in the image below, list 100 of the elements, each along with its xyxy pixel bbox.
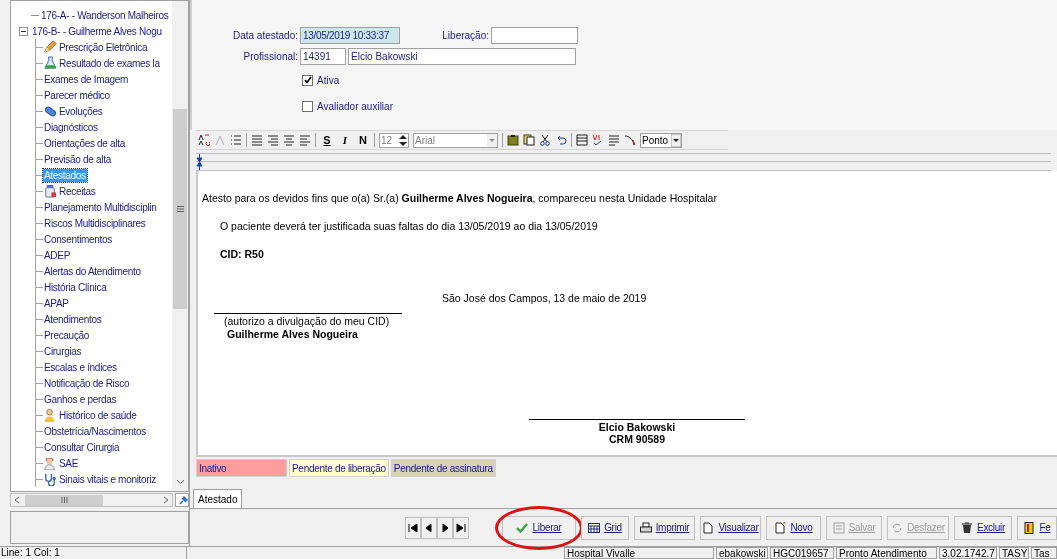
tree-item[interactable]: APAP xyxy=(43,296,70,310)
status-cell: ebakowski xyxy=(716,547,768,559)
trash-icon xyxy=(961,521,974,534)
tree-item[interactable]: Diagnósticos xyxy=(43,120,99,134)
next-record-icon[interactable] xyxy=(437,516,453,539)
unit-dropdown[interactable]: Ponto xyxy=(640,132,682,148)
field-label: Profissional: xyxy=(242,49,299,64)
action-button[interactable]: Liberar xyxy=(502,515,576,540)
status-cell: HGC019657 xyxy=(770,547,834,559)
align-center-icon[interactable] xyxy=(283,134,295,146)
scissors-icon[interactable] xyxy=(539,134,551,146)
font-case-icon[interactable] xyxy=(198,134,210,146)
dropdown-arrow-icon[interactable] xyxy=(671,133,681,147)
tree-item[interactable]: SAE xyxy=(58,456,80,470)
grip-icon xyxy=(176,206,184,212)
tab[interactable]: Atestado xyxy=(193,489,243,508)
person-icon xyxy=(43,408,57,422)
align-justify-icon[interactable] xyxy=(251,134,263,146)
tree-item[interactable]: Riscos Multidisciplinares xyxy=(43,216,147,230)
signature-note: (autorizo a divulgação do meu CID) xyxy=(224,315,390,328)
action-button[interactable]: Fe xyxy=(1017,515,1057,540)
action-button[interactable]: Excluir xyxy=(954,515,1012,540)
font-size-spinner[interactable]: 12 xyxy=(379,132,409,148)
tree-item[interactable]: ADEP xyxy=(43,248,72,262)
previous-record-icon[interactable] xyxy=(421,516,437,539)
bottle-icon xyxy=(43,184,57,198)
checkbox-label: Ativa xyxy=(317,73,340,88)
spellcheck-icon[interactable] xyxy=(592,134,604,146)
patient-name: Guilherme Alves Nogueira xyxy=(227,328,358,341)
list-icon[interactable] xyxy=(230,134,242,146)
undo-icon[interactable] xyxy=(555,134,567,146)
tree-item[interactable]: Previsão de alta xyxy=(43,152,112,166)
date-field[interactable]: 13/05/2019 10:33:37 xyxy=(300,26,400,44)
tree-item[interactable]: Obstetrícia/Nascimentos xyxy=(43,424,148,438)
collapse-icon[interactable] xyxy=(19,26,28,36)
vertical-scrollbar[interactable] xyxy=(172,1,188,491)
tree-item[interactable]: Notificação de Risco xyxy=(43,376,131,390)
horizontal-scrollbar[interactable] xyxy=(10,493,173,507)
tree-item[interactable]: Escalas e índices xyxy=(43,360,118,374)
font-dropdown[interactable]: Arial xyxy=(413,132,498,148)
tree-item[interactable]: Histórico de saúde xyxy=(58,408,138,422)
action-button[interactable]: Novo xyxy=(766,515,821,540)
checkbox[interactable] xyxy=(302,100,313,112)
tree-item[interactable]: Exames de Imagem xyxy=(43,72,130,86)
tree-item[interactable]: Alertas do Atendimento xyxy=(43,264,142,278)
field-label: Data atestado: xyxy=(231,28,299,43)
format-button[interactable]: I xyxy=(338,134,352,146)
door-icon xyxy=(1023,521,1036,534)
status-cell: TASY xyxy=(999,547,1029,559)
check-icon xyxy=(516,521,529,534)
status-cell: Pronto Atendimento xyxy=(836,547,937,559)
tree-item[interactable]: Ganhos e perdas xyxy=(43,392,118,406)
scroll-down-icon[interactable] xyxy=(175,479,185,485)
action-button[interactable]: Visualizar xyxy=(700,515,761,540)
tree-item[interactable]: Planejamento Multidisciplin xyxy=(43,200,158,214)
place-date: São José dos Campos, 13 de maio de 2019 xyxy=(442,291,647,305)
tree-item[interactable]: Evoluções xyxy=(58,104,104,118)
format-button[interactable]: S xyxy=(320,134,334,146)
tree-item[interactable]: Cirurgias xyxy=(43,344,83,358)
tree-item[interactable]: Consultar Cirurgia xyxy=(43,440,121,454)
pin-icon[interactable] xyxy=(175,493,189,507)
release-field[interactable] xyxy=(491,26,578,44)
checkbox[interactable] xyxy=(302,74,313,86)
tree-item[interactable]: 176-A- - Wanderson Malheiros xyxy=(40,8,170,22)
action-button[interactable]: Imprimir xyxy=(634,515,695,540)
action-button[interactable]: Grid xyxy=(581,515,629,540)
align-right-icon[interactable] xyxy=(267,134,279,146)
tree-item[interactable]: Prescrição Eletrônica xyxy=(58,40,149,54)
indent-marker-icon[interactable] xyxy=(196,153,203,162)
tree-item[interactable]: Parecer médico xyxy=(43,88,111,102)
doctor-crm: CRM 90589 xyxy=(609,433,665,445)
align-left-icon[interactable] xyxy=(299,134,311,146)
clipboard-icon[interactable] xyxy=(507,134,519,146)
status-legend: Inativo xyxy=(196,459,287,477)
indent-marker-icon[interactable] xyxy=(196,162,203,170)
professional-name-field[interactable]: Elcio Bakowski xyxy=(348,47,576,65)
paste-icon[interactable] xyxy=(523,134,535,146)
tree-item[interactable]: Sinais vitais e monitoriz xyxy=(58,472,157,486)
printer-icon xyxy=(639,521,652,534)
tree-item[interactable]: Atendimentos xyxy=(43,312,103,326)
table-icon[interactable] xyxy=(576,134,588,146)
tree-item[interactable]: Precaução xyxy=(43,328,91,342)
capsule-icon xyxy=(43,104,57,118)
professional-code-field[interactable]: 14391 xyxy=(300,47,346,65)
new-page-icon xyxy=(774,521,787,534)
tree-item[interactable]: História Clínica xyxy=(43,280,108,294)
doctor-name: Elcio Bakowski xyxy=(598,421,676,433)
pen-icon[interactable] xyxy=(624,134,636,146)
format-button[interactable]: N xyxy=(356,134,370,146)
refresh-icon xyxy=(891,521,904,534)
first-record-icon[interactable] xyxy=(405,516,421,539)
lines-icon[interactable] xyxy=(608,134,620,146)
tree-item[interactable]: 176-B- - Guilherme Alves Nogu xyxy=(31,24,163,38)
tree-item[interactable]: Resultado de exames la xyxy=(58,56,161,70)
grip-icon xyxy=(60,497,68,503)
last-record-icon[interactable] xyxy=(453,516,469,539)
tree-item[interactable]: Orientações de alta xyxy=(43,136,127,150)
tree-item[interactable]: Receitas xyxy=(58,184,97,198)
tree-item[interactable]: Consentimentos xyxy=(43,232,114,246)
spinner-arrows-icon[interactable] xyxy=(399,134,407,146)
